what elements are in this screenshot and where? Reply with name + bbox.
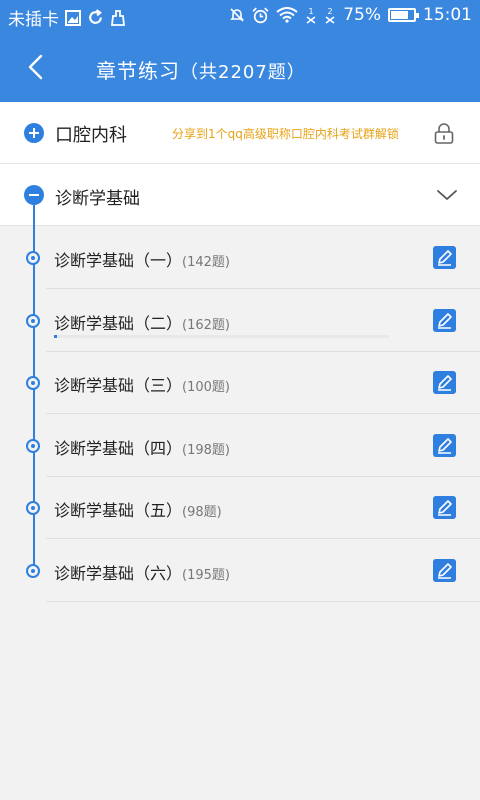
page-title: 章节练习（共2207题）: [96, 55, 306, 84]
section-title: 诊断学基础（二）: [54, 313, 183, 333]
timeline-dot-icon: [26, 438, 40, 453]
edit-icon[interactable]: [433, 371, 456, 394]
edit-icon[interactable]: [433, 308, 456, 332]
app-bar: 章节练习（共2207题）: [0, 32, 480, 102]
alarm-icon: [252, 6, 269, 23]
timeline-dot-icon: [26, 563, 40, 578]
section-title: 诊断学基础（六）: [54, 563, 183, 583]
timeline-dot-icon: [26, 501, 40, 515]
list-item[interactable]: 诊断学基础（三）(100题): [0, 352, 480, 414]
page-title-text: 章节练习: [96, 59, 180, 83]
battery-percent: 75%: [343, 5, 381, 25]
timeline-dot-icon: [26, 376, 40, 390]
sim2-signal-icon: 2: [325, 7, 335, 24]
chapter-name: 诊断学基础: [55, 189, 140, 209]
list-item[interactable]: 诊断学基础（四）(198题): [0, 415, 480, 477]
subject-row[interactable]: 口腔内科 分享到1个qq高级职称口腔内科考试群解锁: [0, 102, 480, 164]
section-question-count: (98题): [182, 505, 222, 520]
share-unlock-text[interactable]: 分享到1个qq高级职称口腔内科考试群解锁: [172, 125, 399, 142]
edit-icon[interactable]: [433, 558, 456, 582]
progress-fill: [54, 334, 58, 338]
lock-icon[interactable]: [433, 122, 455, 144]
svg-text:1: 1: [309, 7, 314, 16]
status-bar: 未插卡 1 2 75% 15:01: [0, 0, 480, 32]
section-question-count: (198题): [182, 442, 230, 458]
chapter-header[interactable]: 诊断学基础: [0, 164, 480, 226]
sim1-signal-icon: 1: [306, 7, 316, 24]
section-question-count: (100题): [182, 380, 230, 395]
edit-icon[interactable]: [433, 246, 456, 269]
clock: 15:01: [423, 5, 472, 25]
list-item[interactable]: 诊断学基础（一）(142题): [0, 227, 480, 289]
cleaner-icon: [110, 9, 126, 26]
back-button[interactable]: [22, 52, 52, 82]
battery-icon: [388, 8, 419, 22]
silent-icon: [230, 8, 245, 22]
timeline-dot-icon: [26, 251, 40, 265]
section-label: 诊断学基础（五）(98题): [54, 497, 222, 521]
section-title: 诊断学基础（一）: [54, 251, 183, 270]
svg-text:2: 2: [328, 7, 333, 16]
carrier-text: 未插卡: [8, 10, 59, 30]
section-question-count: (142题): [182, 255, 230, 270]
section-title: 诊断学基础（三）: [54, 376, 183, 395]
wifi-icon: [276, 7, 298, 23]
section-title: 诊断学基础（五）: [54, 501, 183, 520]
edit-icon[interactable]: [433, 433, 456, 457]
image-icon: [65, 9, 81, 26]
edit-icon[interactable]: [433, 496, 456, 519]
section-title: 诊断学基础（四）: [54, 438, 183, 458]
total-question-count: （共2207题）: [180, 62, 306, 83]
plus-circle-icon: [24, 123, 44, 143]
list-item[interactable]: 诊断学基础（二）(162题): [0, 290, 480, 352]
section-label: 诊断学基础（四）(198题): [54, 435, 230, 459]
timeline-dot-icon: [26, 313, 40, 328]
list-item[interactable]: 诊断学基础（六）(195题): [0, 540, 480, 602]
section-question-count: (162题): [182, 317, 230, 333]
section-label: 诊断学基础（三）(100题): [54, 372, 230, 396]
section-question-count: (195题): [182, 567, 230, 583]
section-label: 诊断学基础（六）(195题): [54, 560, 230, 584]
section-label: 诊断学基础（二）(162题): [54, 310, 230, 334]
chevron-down-icon[interactable]: [436, 186, 458, 204]
section-label: 诊断学基础（一）(142题): [54, 247, 230, 271]
subject-name: 口腔内科: [55, 125, 127, 146]
sync-icon: [89, 9, 103, 24]
list-item[interactable]: 诊断学基础（五）(98题): [0, 477, 480, 539]
progress-bar: [54, 334, 389, 338]
divider: [46, 600, 480, 602]
